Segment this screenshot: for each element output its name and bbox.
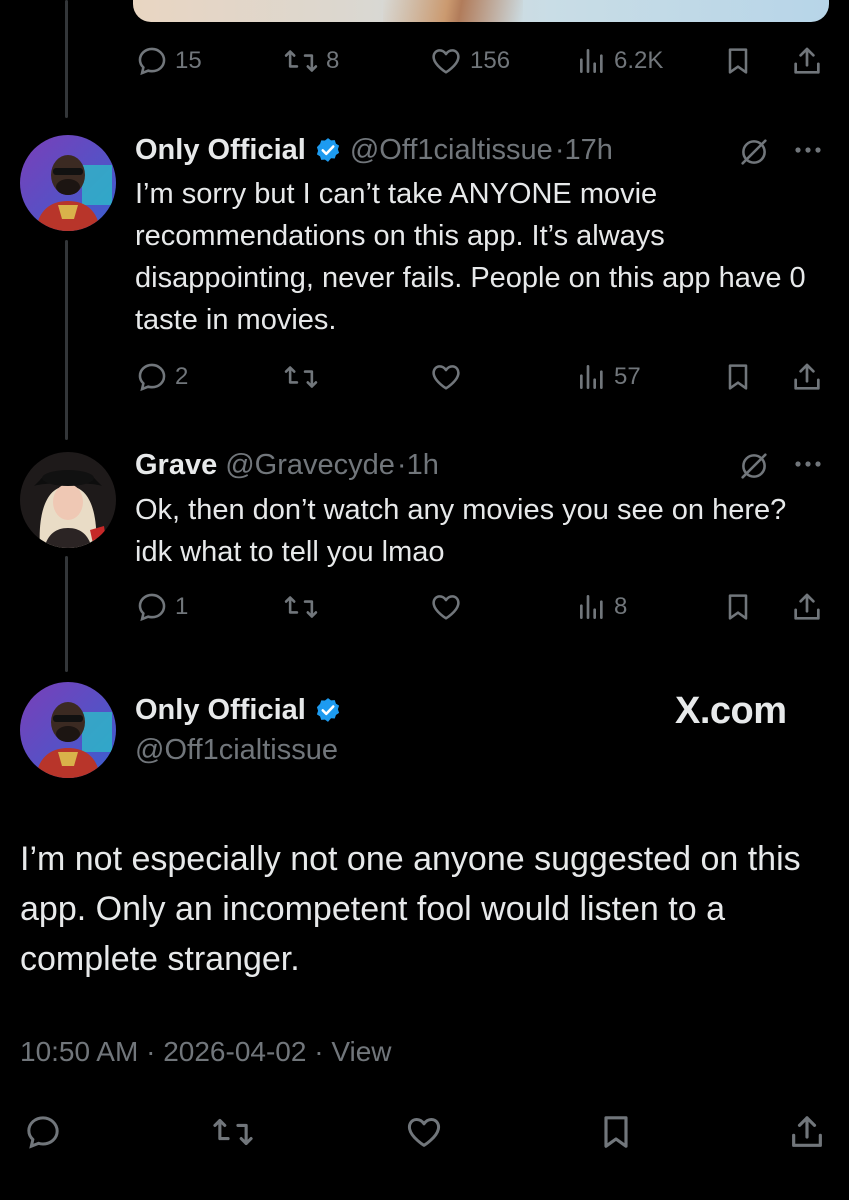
avatar[interactable] bbox=[20, 682, 116, 778]
thread-line bbox=[65, 240, 68, 440]
user-handle[interactable]: @Off1cialtissue bbox=[135, 734, 338, 767]
reply-count: 2 bbox=[175, 363, 189, 390]
tweet-text: Ok, then don’t watch any movies you see … bbox=[135, 494, 787, 568]
media-image[interactable] bbox=[133, 0, 829, 22]
reply-button[interactable] bbox=[22, 1112, 64, 1152]
reply-icon bbox=[138, 47, 166, 76]
grok-icon[interactable] bbox=[736, 449, 772, 483]
views-link[interactable]: View bbox=[331, 1036, 391, 1067]
avatar[interactable] bbox=[20, 452, 116, 548]
tweet-meta: 10:50 AM · 2026-04-02 · View bbox=[20, 1036, 392, 1068]
heart-icon bbox=[432, 595, 460, 620]
bookmark-icon bbox=[728, 364, 748, 390]
views-icon bbox=[580, 595, 603, 619]
display-name[interactable]: Grave bbox=[135, 449, 217, 482]
retweet-icon bbox=[284, 50, 318, 72]
views-icon bbox=[580, 365, 603, 389]
views-icon bbox=[580, 49, 603, 73]
bookmark-button[interactable] bbox=[722, 44, 754, 78]
separator: · bbox=[146, 1036, 156, 1067]
retweet-icon bbox=[284, 366, 318, 388]
like-button[interactable] bbox=[428, 590, 464, 624]
share-icon bbox=[794, 363, 820, 390]
bookmark-icon bbox=[604, 1116, 628, 1148]
more-options-icon[interactable] bbox=[790, 454, 826, 474]
reply-icon bbox=[138, 593, 166, 622]
watermark: X.com bbox=[675, 690, 787, 732]
reply-button[interactable]: 1 bbox=[135, 590, 188, 624]
timestamp[interactable]: ·1h bbox=[397, 449, 439, 482]
timestamp[interactable]: ·17h bbox=[555, 134, 613, 167]
bookmark-icon bbox=[728, 48, 748, 74]
retweet-count: 8 bbox=[326, 47, 340, 74]
bookmark-icon bbox=[728, 594, 748, 620]
bookmark-button[interactable] bbox=[722, 590, 754, 624]
user-handle[interactable]: @Gravecyde bbox=[225, 449, 395, 482]
views-count: 6.2K bbox=[614, 47, 664, 74]
tweet-text: I’m not especially not one anyone sugges… bbox=[20, 840, 801, 978]
reply-icon bbox=[138, 363, 166, 392]
like-count: 156 bbox=[470, 47, 511, 74]
share-button[interactable] bbox=[790, 590, 824, 624]
like-button[interactable] bbox=[402, 1112, 446, 1152]
separator: · bbox=[314, 1036, 324, 1067]
like-button[interactable]: 156 bbox=[428, 44, 510, 78]
share-icon bbox=[794, 47, 820, 74]
tweet-time[interactable]: 10:50 AM bbox=[20, 1036, 138, 1067]
views-button[interactable]: 8 bbox=[576, 590, 627, 624]
reply-count: 15 bbox=[175, 47, 202, 74]
reply-icon bbox=[27, 1116, 59, 1149]
heart-icon bbox=[432, 49, 460, 74]
heart-icon bbox=[407, 1118, 441, 1147]
display-name[interactable]: Only Official bbox=[135, 694, 306, 727]
retweet-button[interactable] bbox=[282, 590, 320, 624]
share-button[interactable] bbox=[786, 1112, 828, 1152]
tweet-text: I’m sorry but I can’t take ANYONE movie … bbox=[135, 178, 806, 336]
share-button[interactable] bbox=[790, 44, 824, 78]
like-button[interactable] bbox=[428, 360, 464, 394]
views-count: 8 bbox=[614, 593, 628, 620]
verified-badge-icon bbox=[316, 698, 339, 722]
share-button[interactable] bbox=[790, 360, 824, 394]
reply-button[interactable]: 2 bbox=[135, 360, 188, 394]
share-icon bbox=[794, 593, 820, 620]
views-count: 57 bbox=[614, 363, 641, 390]
reply-button[interactable]: 15 bbox=[135, 44, 202, 78]
verified-badge-icon bbox=[316, 138, 339, 162]
user-handle[interactable]: @Off1cialtissue bbox=[350, 134, 553, 167]
retweet-button[interactable]: 8 bbox=[282, 44, 339, 78]
more-options-icon[interactable] bbox=[790, 140, 826, 160]
tweet-date[interactable]: 2026-04-02 bbox=[163, 1036, 306, 1067]
retweet-icon bbox=[284, 596, 318, 618]
reply-count: 1 bbox=[175, 593, 189, 620]
retweet-button[interactable] bbox=[210, 1112, 256, 1152]
avatar[interactable] bbox=[20, 135, 116, 231]
display-name[interactable]: Only Official bbox=[135, 134, 306, 167]
heart-icon bbox=[432, 365, 460, 390]
views-button[interactable]: 57 bbox=[576, 360, 641, 394]
retweet-icon bbox=[213, 1118, 253, 1146]
bookmark-button[interactable] bbox=[722, 360, 754, 394]
retweet-button[interactable] bbox=[282, 360, 320, 394]
bookmark-button[interactable] bbox=[596, 1112, 636, 1152]
grok-icon[interactable] bbox=[736, 135, 772, 169]
share-icon bbox=[792, 1116, 822, 1147]
thread-line bbox=[65, 0, 68, 118]
thread-line bbox=[65, 556, 68, 672]
views-button[interactable]: 6.2K bbox=[576, 44, 663, 78]
